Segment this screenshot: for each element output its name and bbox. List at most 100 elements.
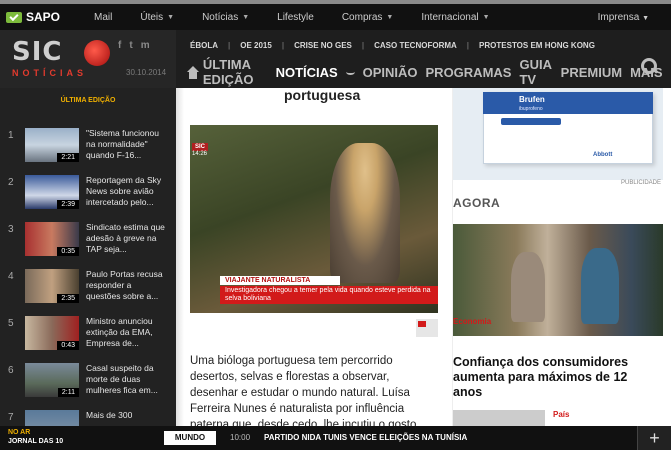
main-nav: ÚLTIMA EDIÇÃO NOTÍCIAS OPINIÃO PROGRAMAS… bbox=[186, 57, 671, 87]
video-subject bbox=[330, 143, 400, 283]
chevron-down-icon: ▼ bbox=[167, 13, 175, 21]
list-item[interactable]: 3 0:35 Sindicato estima que adesão à gre… bbox=[0, 222, 176, 266]
video-thumbnail[interactable] bbox=[25, 410, 79, 426]
sapo-nav-uteis[interactable]: Úteis ▼ bbox=[126, 12, 174, 23]
video-duration: 2:35 bbox=[57, 294, 79, 303]
chevron-down-icon: ▼ bbox=[642, 15, 649, 22]
list-item[interactable]: 7 Mais de 300 bbox=[0, 410, 176, 426]
featured-headline[interactable]: Confiança dos consumidores aumenta para … bbox=[453, 355, 658, 400]
item-headline[interactable]: Ministro anunciou extinção da EMA, Empre… bbox=[86, 316, 166, 349]
item-headline[interactable]: Casal suspeito da morte de duas mulheres… bbox=[86, 363, 166, 396]
chevron-down-icon: ▼ bbox=[482, 13, 490, 21]
home-icon[interactable] bbox=[186, 65, 199, 79]
ad-product-name: Brufen bbox=[519, 95, 545, 104]
video-duration: 0:35 bbox=[57, 247, 79, 256]
live-ticker-bar: NO AR JORNAL DAS 10 MUNDO 10:00 PARTIDO … bbox=[0, 426, 671, 450]
ticker-headline[interactable]: PARTIDO NIDA TUNIS VENCE ELEIÇÕES NA TUN… bbox=[264, 433, 467, 442]
nav-ultima-edicao[interactable]: ÚLTIMA EDIÇÃO bbox=[203, 57, 268, 87]
sapo-nav: Mail Úteis ▼ Notícias ▼ Lifestyle Compras ▼… bbox=[66, 12, 490, 23]
sic-logo-area[interactable]: SIC NOTÍCIAS f t m 30.10.2014 bbox=[0, 30, 176, 88]
dropdown-swoosh-icon[interactable] bbox=[345, 69, 355, 75]
next-news-thumbnail[interactable] bbox=[453, 410, 545, 426]
video-duration: 2:21 bbox=[57, 153, 79, 162]
search-icon[interactable] bbox=[641, 58, 657, 74]
mobile-icon[interactable]: m bbox=[141, 40, 150, 51]
item-headline[interactable]: Sindicato estima que adesão à greve na T… bbox=[86, 222, 166, 255]
item-number: 5 bbox=[8, 318, 14, 329]
video-thumbnail[interactable]: 2:21 bbox=[25, 128, 79, 162]
nav-noticias[interactable]: NOTÍCIAS bbox=[276, 65, 338, 80]
ad-product-sub: ibuprofeno bbox=[519, 106, 543, 112]
on-air-show[interactable]: JORNAL DAS 10 bbox=[8, 438, 63, 445]
nav-programas[interactable]: PROGRAMAS bbox=[426, 65, 512, 80]
sic-logo-text: SIC bbox=[12, 37, 63, 67]
list-item[interactable]: 4 2:35 Paulo Portas recusa responder a q… bbox=[0, 269, 176, 313]
video-thumbnail[interactable]: 2:39 bbox=[25, 175, 79, 209]
sapo-check-icon bbox=[6, 11, 22, 23]
tag-oe2015[interactable]: OE 2015 bbox=[240, 41, 272, 50]
trending-tags: ÉBOLA | OE 2015 | CRISE NO GES | CASO TECNO… bbox=[190, 41, 605, 50]
ticker-time: 10:00 bbox=[230, 433, 251, 442]
item-number: 7 bbox=[8, 412, 14, 423]
item-number: 6 bbox=[8, 365, 14, 376]
list-item[interactable]: 6 2:11 Casal suspeito da morte de duas m… bbox=[0, 363, 176, 407]
chevron-down-icon: ▼ bbox=[242, 13, 250, 21]
item-headline[interactable]: Reportagem da Sky News sobre avião inter… bbox=[86, 175, 166, 208]
video-thumbnail[interactable]: 2:11 bbox=[25, 363, 79, 397]
broadcast-time: 14:26 bbox=[192, 151, 208, 157]
article-title: portuguesa bbox=[284, 88, 361, 103]
sapo-topbar: SAPO Mail Úteis ▼ Notícias ▼ Lifestyle Com… bbox=[0, 0, 671, 30]
sapo-nav-noticias[interactable]: Notícias ▼ bbox=[188, 12, 249, 23]
list-item[interactable]: 1 2:21 "Sistema funcionou na normalidade… bbox=[0, 128, 176, 172]
image-figure bbox=[511, 252, 545, 322]
header-date: 30.10.2014 bbox=[126, 68, 167, 77]
item-number: 3 bbox=[8, 224, 14, 235]
tag-separator: | bbox=[281, 41, 285, 50]
sidebar-title: ÚLTIMA EDIÇÃO bbox=[60, 97, 116, 104]
twitter-icon[interactable]: t bbox=[129, 40, 132, 51]
sapo-logo[interactable]: SAPO bbox=[6, 10, 66, 24]
on-air-label: NO AR bbox=[8, 429, 31, 436]
image-figure bbox=[581, 248, 619, 324]
article-content: portuguesa SIC 14:26 VIAJANTE NATURALIST… bbox=[176, 88, 452, 426]
ad-dose: 200 mg bbox=[504, 127, 521, 133]
video-thumbnail[interactable]: 2:35 bbox=[25, 269, 79, 303]
sapo-nav-lifestyle[interactable]: Lifestyle bbox=[263, 12, 314, 23]
expand-plus-button[interactable]: + bbox=[637, 426, 671, 450]
tag-hong-kong[interactable]: PROTESTOS EM HONG KONG bbox=[479, 41, 595, 50]
video-duration: 2:11 bbox=[57, 388, 79, 397]
video-duration: 0:43 bbox=[57, 341, 79, 350]
sapo-nav-imprensa[interactable]: Imprensa ▼ bbox=[598, 12, 649, 23]
tag-ebola[interactable]: ÉBOLA bbox=[190, 41, 218, 50]
tag-crise-ges[interactable]: CRISE NO GES bbox=[294, 41, 352, 50]
agora-heading: AGORA bbox=[453, 196, 501, 210]
item-number: 1 bbox=[8, 130, 14, 141]
ad-dose-strip: 200 mg bbox=[501, 118, 561, 133]
nav-guia-tv[interactable]: GUIA TV bbox=[519, 57, 552, 87]
nav-opiniao[interactable]: OPINIÃO bbox=[363, 65, 418, 80]
advertisement-banner[interactable]: Brufen ibuprofeno 200 mg Abbott bbox=[453, 88, 663, 180]
news-category[interactable]: Economia bbox=[453, 317, 491, 326]
sapo-nav-internacional[interactable]: Internacional ▼ bbox=[407, 12, 489, 23]
tag-separator: | bbox=[228, 41, 231, 50]
tag-tecnoforma[interactable]: CASO TECNOFORMA bbox=[374, 41, 457, 50]
video-thumbnail[interactable]: 0:35 bbox=[25, 222, 79, 256]
item-headline[interactable]: Mais de 300 bbox=[86, 410, 166, 421]
list-item[interactable]: 5 0:43 Ministro anunciou extinção da EMA… bbox=[0, 316, 176, 360]
item-headline[interactable]: "Sistema funcionou na normalidade" quand… bbox=[86, 128, 166, 161]
ticker-section-button[interactable]: MUNDO bbox=[164, 431, 216, 445]
nav-premium[interactable]: PREMIUM bbox=[561, 65, 622, 80]
sapo-nav-compras[interactable]: Compras ▼ bbox=[328, 12, 394, 23]
facebook-icon[interactable]: f bbox=[118, 40, 121, 51]
ad-brand: Abbott bbox=[593, 152, 613, 158]
article-video-player[interactable]: SIC 14:26 VIAJANTE NATURALISTA Investiga… bbox=[190, 125, 438, 313]
video-thumbnail[interactable]: 0:43 bbox=[25, 316, 79, 350]
channel-badge: SIC bbox=[192, 143, 209, 151]
list-item[interactable]: 2 2:39 Reportagem da Sky News sobre aviã… bbox=[0, 175, 176, 219]
item-headline[interactable]: Paulo Portas recusa responder a questões… bbox=[86, 269, 166, 302]
ad-label: PUBLICIDADE bbox=[620, 180, 661, 186]
next-news-category[interactable]: País bbox=[553, 410, 569, 419]
sapo-nav-mail[interactable]: Mail bbox=[80, 12, 112, 23]
share-icon[interactable] bbox=[416, 319, 438, 337]
column-shadow bbox=[176, 88, 184, 426]
